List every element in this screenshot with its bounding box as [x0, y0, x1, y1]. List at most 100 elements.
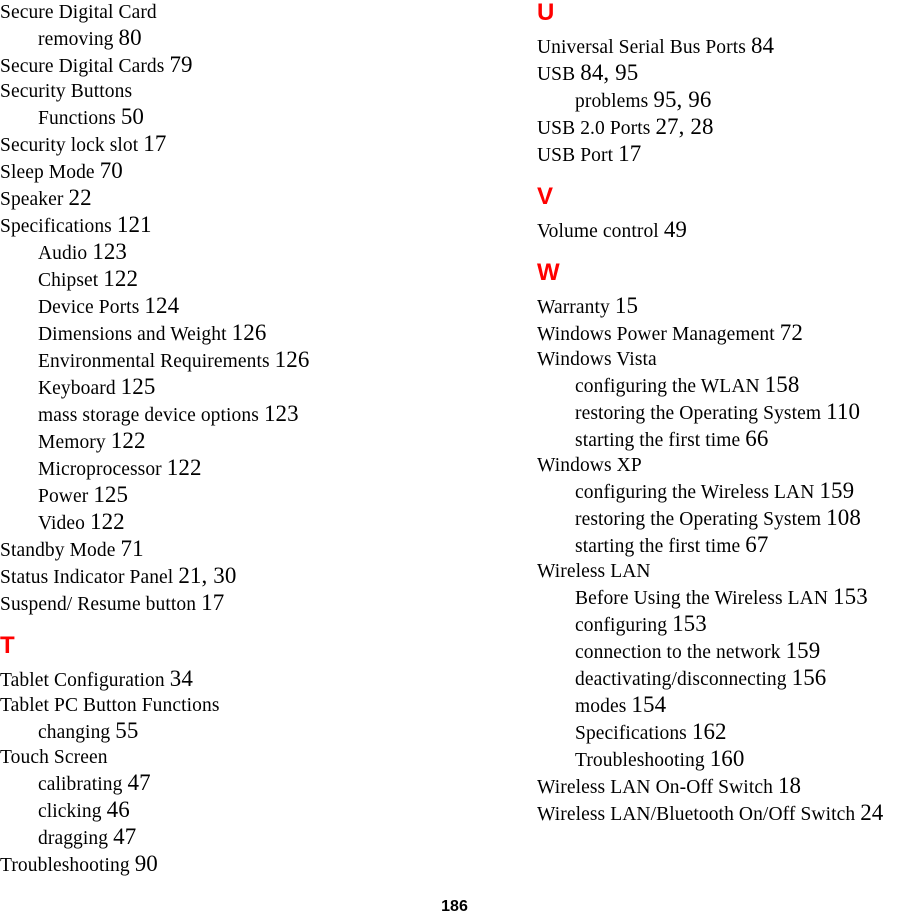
index-entry-pages: 17 [201, 590, 225, 615]
index-entry-label: Specifications [575, 723, 687, 744]
index-subentry: starting the first time 66 [537, 426, 909, 453]
index-entry: Security lock slot 17 [0, 131, 470, 158]
index-entry: Security Buttons [0, 79, 470, 104]
index-subentry: restoring the Operating System 108 [537, 505, 909, 532]
index-entry-label: restoring the Operating System [575, 509, 822, 530]
index-entry-label: calibrating [38, 774, 123, 795]
index-entry-pages: 17 [618, 141, 642, 166]
index-entry-label: Audio [38, 243, 88, 264]
index-entry: Wireless LAN [537, 559, 909, 584]
index-entry-label: Video [38, 513, 85, 534]
index-entry-label: Windows Power Management [537, 324, 775, 345]
index-entry-label: clicking [38, 801, 102, 822]
index-entry-pages: 24 [860, 800, 884, 825]
index-subentry: Keyboard 125 [0, 374, 470, 401]
index-entry: Touch Screen [0, 745, 470, 770]
index-subentry: configuring the Wireless LAN 159 [537, 478, 909, 505]
index-entry-label: Memory [38, 432, 106, 453]
index-column-right: U Universal Serial Bus Ports 84 USB 84, 95… [537, 0, 909, 827]
index-entry-label: Touch Screen [0, 747, 108, 768]
index-entry-label: Windows XP [537, 455, 642, 476]
index-entry-label: starting the first time [575, 536, 741, 557]
index-entry-pages: 125 [120, 374, 156, 399]
index-entry: Suspend/ Resume button 17 [0, 590, 470, 617]
index-entry-label: Wireless LAN/Bluetooth On/Off Switch [537, 804, 856, 825]
section-letter-heading: U [537, 0, 555, 26]
index-entry-label: Environmental Requirements [38, 351, 270, 372]
index-subentry: Power 125 [0, 482, 470, 509]
index-entry: Tablet Configuration 34 [0, 666, 470, 693]
index-entry-pages: 122 [166, 455, 202, 480]
index-subentry: Chipset 122 [0, 266, 470, 293]
index-entry-pages: 121 [116, 212, 152, 237]
index-entry-label: configuring [575, 615, 668, 636]
index-entry-pages: 159 [819, 478, 855, 503]
index-entry-label: removing [38, 29, 114, 50]
index-entry-pages: 154 [631, 692, 667, 717]
index-subentry: Memory 122 [0, 428, 470, 455]
index-subentry: Environmental Requirements 126 [0, 347, 470, 374]
index-entry-label: modes [575, 696, 627, 717]
index-entry-label: Security lock slot [0, 135, 139, 156]
index-entry-pages: 17 [143, 131, 167, 156]
index-subentry: Device Ports 124 [0, 293, 470, 320]
index-subentry: dragging 47 [0, 824, 470, 851]
index-entry: Volume control 49 [537, 217, 909, 244]
index-subentry: modes 154 [537, 692, 909, 719]
index-entry-label: Wireless LAN [537, 561, 651, 582]
index-entry: Windows XP [537, 453, 909, 478]
index-entry-pages: 122 [110, 428, 146, 453]
index-entry-label: Specifications [0, 216, 112, 237]
index-entry-pages: 55 [115, 718, 139, 743]
index-entry-label: Speaker [0, 189, 64, 210]
index-entry: Secure Digital Card [0, 0, 470, 25]
index-entry-label: Functions [38, 108, 116, 129]
index-entry-pages: 126 [231, 320, 267, 345]
index-entry-label: USB 2.0 Ports [537, 118, 651, 139]
index-entry: Speaker 22 [0, 185, 470, 212]
index-entry-pages: 160 [709, 746, 745, 771]
index-entry-pages: 46 [106, 797, 130, 822]
index-entry-label: Dimensions and Weight [38, 324, 227, 345]
index-entry: Wireless LAN/Bluetooth On/Off Switch 24 [537, 800, 909, 827]
index-entry-label: restoring the Operating System [575, 403, 822, 424]
index-entry-label: Chipset [38, 270, 99, 291]
index-subentry: mass storage device options 123 [0, 401, 470, 428]
index-entry-pages: 27, 28 [655, 114, 714, 139]
index-entry-pages: 122 [89, 509, 125, 534]
index-entry-pages: 72 [779, 320, 803, 345]
index-entry-pages: 47 [113, 824, 137, 849]
index-entry-pages: 71 [120, 536, 144, 561]
index-entry-pages: 47 [127, 770, 151, 795]
index-entry-pages: 84, 95 [580, 60, 639, 85]
index-entry-pages: 153 [672, 611, 707, 636]
index-entry-label: configuring the WLAN [575, 376, 760, 397]
index-entry-pages: 70 [99, 158, 123, 183]
page-number: 186 [441, 898, 468, 915]
index-entry-label: configuring the Wireless LAN [575, 482, 815, 503]
index-entry-label: Suspend/ Resume button [0, 594, 197, 615]
index-entry: USB Port 17 [537, 141, 909, 168]
index-entry-pages: 110 [826, 399, 861, 424]
index-entry-pages: 158 [764, 372, 800, 397]
index-entry-label: Microprocessor [38, 459, 162, 480]
index-entry-label: Standby Mode [0, 540, 116, 561]
index-entry-label: Windows Vista [537, 349, 657, 370]
index-entry-pages: 49 [663, 217, 688, 242]
index-entry-pages: 18 [777, 773, 802, 798]
section-letter-heading: V [537, 183, 554, 210]
index-entry-pages: 162 [691, 719, 727, 744]
index-entry-label: Sleep Mode [0, 162, 95, 183]
index-entry-label: connection to the network [575, 642, 781, 663]
index-entry-label: Tablet Configuration [0, 670, 165, 691]
index-entry: Status Indicator Panel 21, 30 [0, 563, 470, 590]
index-entry-label: problems [575, 91, 649, 112]
index-entry-label: Volume control [537, 221, 659, 242]
index-entry: Sleep Mode 70 [0, 158, 470, 185]
index-subentry: Functions 50 [0, 104, 470, 131]
index-entry-pages: 95, 96 [653, 87, 712, 112]
index-entry-pages: 156 [791, 665, 827, 690]
index-subentry: clicking 46 [0, 797, 470, 824]
index-entry: Universal Serial Bus Ports 84 [537, 33, 909, 60]
index-entry-pages: 80 [118, 25, 142, 50]
